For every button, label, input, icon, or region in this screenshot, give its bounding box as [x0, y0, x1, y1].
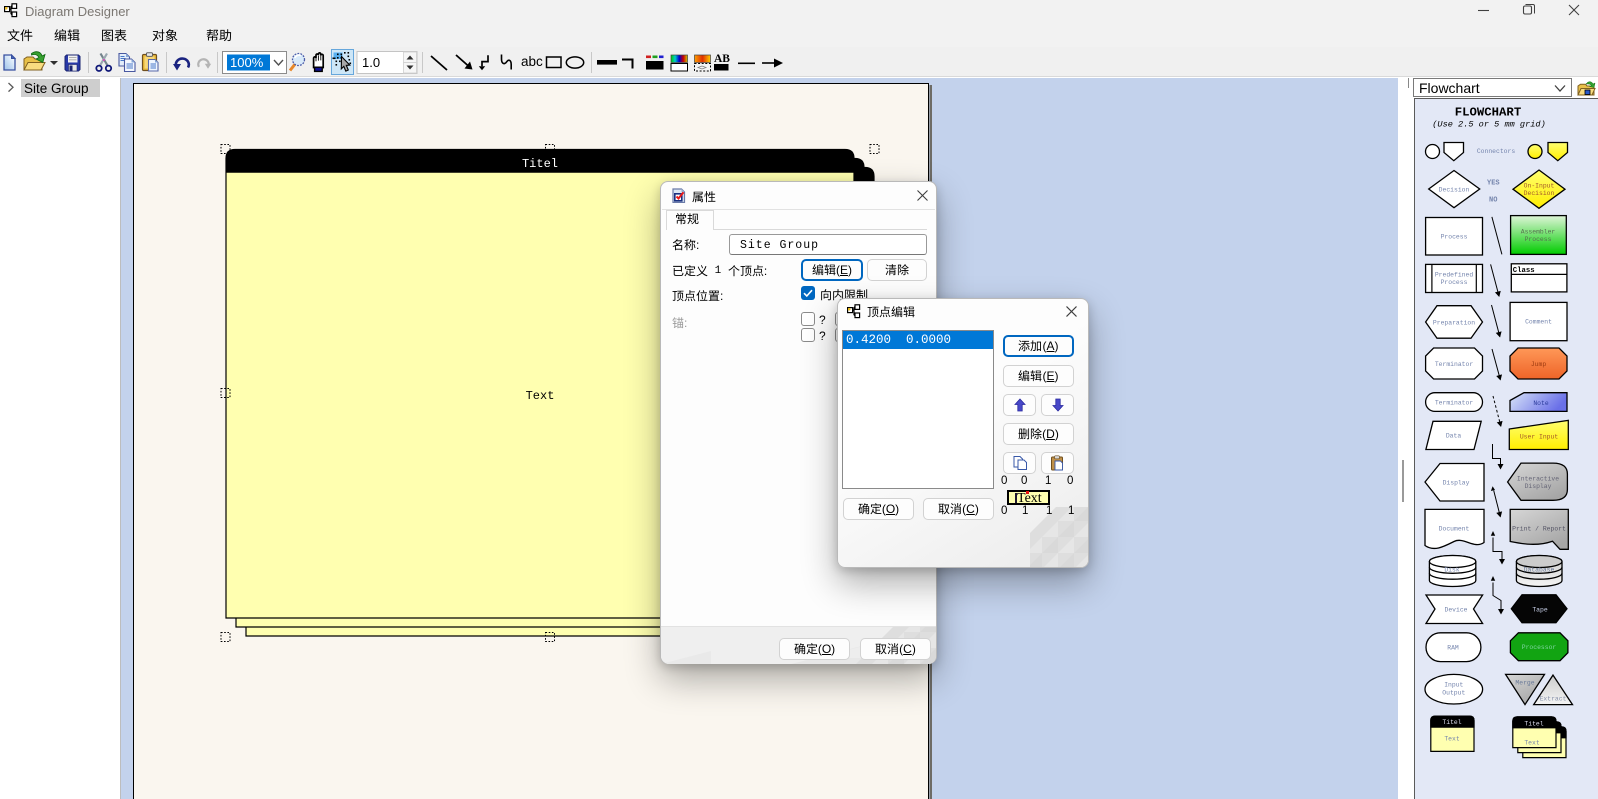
svg-text:Decision: Decision [1524, 190, 1555, 197]
svg-text:(Use 2.5 or 5 mm grid): (Use 2.5 or 5 mm grid) [1432, 120, 1545, 130]
svg-text:Preparation: Preparation [1433, 319, 1475, 326]
svg-text:Database: Database [1524, 566, 1555, 573]
svg-text:Titel: Titel [522, 157, 558, 171]
svg-text:Comment: Comment [1525, 319, 1552, 326]
svg-text:Titel: Titel [1524, 721, 1543, 728]
svg-text:Process: Process [1441, 234, 1468, 241]
svg-text:On-Input: On-Input [1524, 183, 1555, 190]
svg-text:Terminator: Terminator [1435, 361, 1474, 368]
svg-text:Predefined: Predefined [1435, 272, 1474, 279]
svg-text:Disk: Disk [1444, 566, 1460, 573]
svg-text:NO: NO [1489, 197, 1497, 205]
svg-text:Interactive: Interactive [1517, 476, 1559, 483]
svg-text:RAM: RAM [1447, 645, 1459, 652]
svg-text:Merge: Merge [1515, 680, 1534, 687]
svg-text:Assembler: Assembler [1521, 229, 1556, 236]
svg-text:Output: Output [1442, 689, 1465, 696]
svg-text:Display: Display [1525, 483, 1552, 490]
svg-text:Titel: Titel [1442, 719, 1461, 726]
svg-text:Process: Process [1525, 236, 1552, 243]
svg-text:Process: Process [1441, 279, 1468, 286]
svg-text:Device: Device [1444, 607, 1467, 614]
svg-text:AB: AB [714, 53, 730, 65]
svg-text:Decision: Decision [1439, 186, 1470, 193]
svg-text:Text: Text [1444, 736, 1460, 743]
svg-text:Data: Data [1446, 432, 1462, 439]
svg-text:1.0: 1.0 [362, 55, 380, 70]
svg-text:YES: YES [1487, 180, 1500, 188]
svg-text:Input: Input [1444, 682, 1463, 689]
svg-text:Note: Note [1533, 400, 1549, 407]
svg-text:Terminator: Terminator [1435, 399, 1474, 406]
svg-text:Text: Text [526, 389, 555, 403]
svg-text:100%: 100% [230, 55, 264, 70]
svg-text:Tape: Tape [1532, 607, 1548, 614]
svg-text:Connectors: Connectors [1477, 148, 1516, 155]
svg-text:abc: abc [521, 54, 543, 69]
svg-text:Document: Document [1439, 525, 1470, 532]
svg-text:Jump: Jump [1531, 361, 1547, 368]
svg-text:Text: Text [1524, 740, 1540, 747]
svg-text:User Input: User Input [1520, 434, 1559, 441]
svg-text:Processor: Processor [1522, 644, 1557, 651]
svg-text:FLOWCHART: FLOWCHART [1455, 106, 1522, 120]
svg-text:Print / Report: Print / Report [1512, 526, 1566, 533]
svg-text:Display: Display [1443, 480, 1470, 487]
svg-text:Extract: Extract [1540, 696, 1567, 703]
